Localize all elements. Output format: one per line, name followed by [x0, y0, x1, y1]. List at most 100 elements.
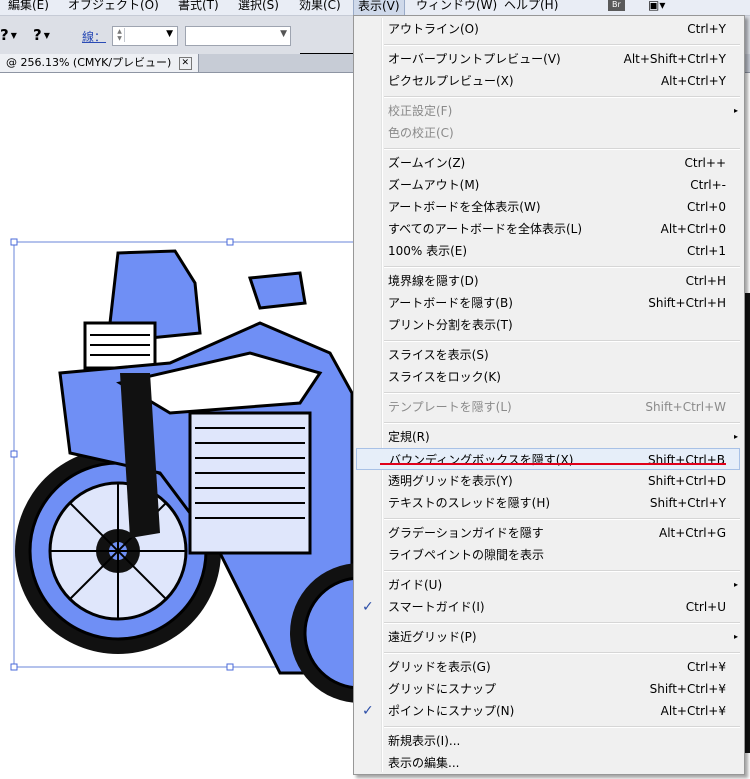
- menu-item-label: グリッドを表示(G): [388, 660, 491, 674]
- menu-separator: [384, 44, 740, 46]
- menu-item-label: アートボードを隠す(B): [388, 296, 513, 310]
- menu-object[interactable]: オブジェクト(O): [64, 0, 163, 14]
- menu-separator: [384, 266, 740, 268]
- menu-item[interactable]: グリッドを表示(G) Ctrl+¥: [356, 656, 740, 678]
- menu-item: 校正設定(F) ▸: [356, 100, 740, 122]
- menu-item-label: スライスをロック(K): [388, 370, 501, 384]
- menu-separator: [384, 518, 740, 520]
- menu-item[interactable]: 新規表示(I)...: [356, 730, 740, 752]
- stroke-unknown-button[interactable]: ? ▼: [33, 24, 50, 46]
- menu-item[interactable]: プリント分割を表示(T): [356, 314, 740, 336]
- menu-window[interactable]: ウィンドウ(W): [412, 0, 501, 14]
- menu-item[interactable]: ✓ ポイントにスナップ(N) Alt+Ctrl+¥: [356, 700, 740, 722]
- menu-item-label: ガイド(U): [388, 578, 443, 592]
- menu-item[interactable]: 遠近グリッド(P) ▸: [356, 626, 740, 648]
- menu-item-shortcut: Alt+Ctrl+Y: [660, 74, 726, 88]
- menu-item-shortcut: Shift+Ctrl+B: [648, 453, 725, 467]
- menu-item[interactable]: 100% 表示(E) Ctrl+1: [356, 240, 740, 262]
- menu-item[interactable]: 境界線を隠す(D) Ctrl+H: [356, 270, 740, 292]
- menu-item-label: アートボードを全体表示(W): [388, 200, 541, 214]
- workspace-switcher-icon[interactable]: ▣▾: [644, 0, 669, 14]
- menu-item-label: グラデーションガイドを隠す: [388, 526, 544, 540]
- fill-unknown-button[interactable]: ? ▼: [0, 24, 17, 46]
- menu-item[interactable]: アートボードを隠す(B) Shift+Ctrl+H: [356, 292, 740, 314]
- checkmark-icon: ✓: [362, 703, 374, 719]
- menu-effect[interactable]: 効果(C): [295, 0, 345, 14]
- menu-item[interactable]: スライスをロック(K): [356, 366, 740, 388]
- menu-item[interactable]: ピクセルプレビュー(X) Alt+Ctrl+Y: [356, 70, 740, 92]
- menu-item-label: テキストのスレッドを隠す(H): [388, 496, 551, 510]
- close-icon[interactable]: ✕: [178, 56, 192, 70]
- menu-item-label: バウンディングボックスを隠す(X): [389, 453, 574, 467]
- menu-edit[interactable]: 編集(E): [4, 0, 53, 14]
- menu-item-shortcut: Ctrl+1: [686, 244, 726, 258]
- menu-item[interactable]: アートボードを全体表示(W) Ctrl+0: [356, 196, 740, 218]
- menu-item[interactable]: テキストのスレッドを隠す(H) Shift+Ctrl+Y: [356, 492, 740, 514]
- menu-item[interactable]: ライブペイントの隙間を表示: [356, 544, 740, 566]
- stepper-arrows-icon[interactable]: ▲ ▼: [115, 28, 125, 42]
- menu-item[interactable]: グリッドにスナップ Shift+Ctrl+¥: [356, 678, 740, 700]
- menu-item-label: グリッドにスナップ: [388, 682, 497, 696]
- checkmark-icon: ✓: [362, 599, 374, 615]
- menu-item[interactable]: ズームイン(Z) Ctrl++: [356, 152, 740, 174]
- menu-item-shortcut: Shift+Ctrl+D: [648, 474, 726, 488]
- menu-item-label: アウトライン(O): [388, 22, 479, 36]
- menu-item-label: 境界線を隠す(D): [388, 274, 479, 288]
- menu-item-label: ピクセルプレビュー(X): [388, 74, 514, 88]
- chevron-down-icon[interactable]: ▼: [166, 29, 173, 39]
- menu-item-shortcut: Ctrl+¥: [686, 660, 726, 674]
- menu-item-label: 遠近グリッド(P): [388, 630, 477, 644]
- menu-item-label: 色の校正(C): [388, 126, 454, 140]
- menu-item-label: 表示の編集...: [388, 756, 460, 770]
- menu-item[interactable]: 表示の編集...: [356, 752, 740, 774]
- submenu-arrow-icon: ▸: [733, 632, 738, 641]
- menu-type[interactable]: 書式(T): [174, 0, 223, 14]
- menu-item[interactable]: アウトライン(O) Ctrl+Y: [356, 18, 740, 40]
- menu-item-shortcut: Shift+Ctrl+H: [648, 296, 726, 310]
- menu-select[interactable]: 選択(S): [234, 0, 283, 14]
- menu-item-shortcut: Shift+Ctrl+¥: [649, 682, 726, 696]
- menu-item-shortcut: Alt+Shift+Ctrl+Y: [623, 52, 726, 66]
- menu-separator: [384, 96, 740, 98]
- menu-separator: [384, 652, 740, 654]
- stroke-label[interactable]: 線：: [82, 28, 106, 45]
- menu-item[interactable]: スライスを表示(S): [356, 344, 740, 366]
- menu-separator: [384, 422, 740, 424]
- menu-help[interactable]: ヘルプ(H): [500, 0, 562, 14]
- document-tab[interactable]: @ 256.13% (CMYK/プレビュー) ✕: [0, 54, 199, 72]
- menu-item[interactable]: ズームアウト(M) Ctrl+-: [356, 174, 740, 196]
- stroke-weight-field[interactable]: ▲ ▼ ▼: [112, 26, 178, 46]
- menu-item-shortcut: Alt+Ctrl+G: [658, 526, 726, 540]
- menu-item-shortcut: Shift+Ctrl+Y: [649, 496, 726, 510]
- menu-item-label: すべてのアートボードを全体表示(L): [388, 222, 583, 236]
- menu-item-label: オーバープリントプレビュー(V): [388, 52, 561, 66]
- menu-item[interactable]: オーバープリントプレビュー(V) Alt+Shift+Ctrl+Y: [356, 48, 740, 70]
- menu-item[interactable]: ガイド(U) ▸: [356, 574, 740, 596]
- menu-item-label: ズームアウト(M): [388, 178, 480, 192]
- menu-item-label: テンプレートを隠す(L): [388, 400, 512, 414]
- menu-item-label: 定規(R): [388, 430, 430, 444]
- menu-view[interactable]: 表示(V): [353, 0, 405, 15]
- menu-item[interactable]: グラデーションガイドを隠す Alt+Ctrl+G: [356, 522, 740, 544]
- menu-item-shortcut: Ctrl+H: [685, 274, 726, 288]
- menu-item[interactable]: バウンディングボックスを隠す(X) Shift+Ctrl+B: [356, 448, 740, 470]
- menu-separator: [384, 392, 740, 394]
- menu-item[interactable]: 透明グリッドを表示(Y) Shift+Ctrl+D: [356, 470, 740, 492]
- menu-item-shortcut: Alt+Ctrl+¥: [660, 704, 726, 718]
- menu-item[interactable]: すべてのアートボードを全体表示(L) Alt+Ctrl+0: [356, 218, 740, 240]
- menu-item[interactable]: 定規(R) ▸: [356, 426, 740, 448]
- chevron-down-icon[interactable]: ▼: [280, 29, 287, 39]
- variable-width-field[interactable]: ▼: [185, 26, 291, 46]
- bridge-button[interactable]: Br: [608, 0, 625, 11]
- menu-item-label: スライスを表示(S): [388, 348, 489, 362]
- menu-item-label: 新規表示(I)...: [388, 734, 461, 748]
- menu-item-label: ズームイン(Z): [388, 156, 466, 170]
- menu-separator: [384, 570, 740, 572]
- menu-item-shortcut: Ctrl+U: [685, 600, 726, 614]
- menu-item-label: 透明グリッドを表示(Y): [388, 474, 513, 488]
- menu-item-label: ポイントにスナップ(N): [388, 704, 515, 718]
- menu-item-shortcut: Ctrl+Y: [687, 22, 726, 36]
- red-underline-annotation: [380, 463, 726, 465]
- menu-item[interactable]: ✓ スマートガイド(I) Ctrl+U: [356, 596, 740, 618]
- menu-item: 色の校正(C): [356, 122, 740, 144]
